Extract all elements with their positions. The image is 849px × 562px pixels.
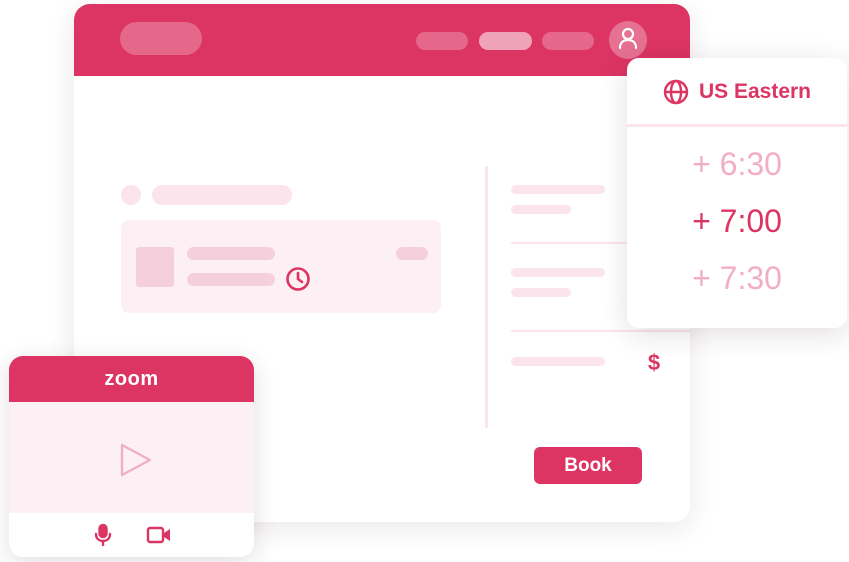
price-line-placeholder [511, 357, 605, 366]
title-dot-placeholder [121, 185, 141, 205]
summary-line-placeholder [511, 185, 605, 194]
time-option-selected[interactable]: + 7:00 [627, 203, 847, 240]
play-icon[interactable] [114, 440, 154, 485]
event-line-placeholder [187, 247, 275, 260]
column-divider [485, 166, 488, 428]
profile-button[interactable] [609, 21, 647, 59]
time-option[interactable]: + 6:30 [627, 146, 847, 183]
summary-line-placeholder [511, 288, 571, 297]
app-header [74, 4, 690, 76]
book-button[interactable]: Book [534, 447, 642, 484]
zoom-controls [9, 513, 254, 557]
user-icon [616, 26, 640, 55]
summary-line-placeholder [511, 268, 605, 277]
summary-separator [511, 330, 690, 332]
clock-icon [285, 266, 311, 297]
event-card[interactable] [121, 220, 441, 313]
summary-line-placeholder [511, 205, 571, 214]
price-symbol: $ [647, 350, 661, 375]
nav-item-3[interactable] [542, 32, 594, 50]
logo-placeholder [120, 22, 202, 55]
timezone-popover: US Eastern + 6:30 + 7:00 + 7:30 [627, 58, 847, 328]
zoom-header: zoom [9, 356, 254, 402]
event-tag-placeholder [396, 247, 428, 260]
globe-icon [663, 79, 689, 105]
time-option[interactable]: + 7:30 [627, 260, 847, 297]
zoom-logo: zoom [104, 367, 159, 390]
event-thumbnail-placeholder [136, 247, 174, 287]
nav-item-2-active[interactable] [479, 32, 532, 50]
timezone-selector[interactable]: US Eastern [627, 58, 847, 126]
event-line-placeholder [187, 273, 275, 286]
nav-item-1[interactable] [416, 32, 468, 50]
zoom-widget: zoom [9, 356, 254, 557]
timezone-separator [627, 124, 847, 127]
timezone-label: US Eastern [698, 80, 812, 103]
title-text-placeholder [152, 185, 292, 205]
microphone-icon[interactable] [93, 523, 113, 552]
video-camera-icon[interactable] [146, 525, 172, 550]
